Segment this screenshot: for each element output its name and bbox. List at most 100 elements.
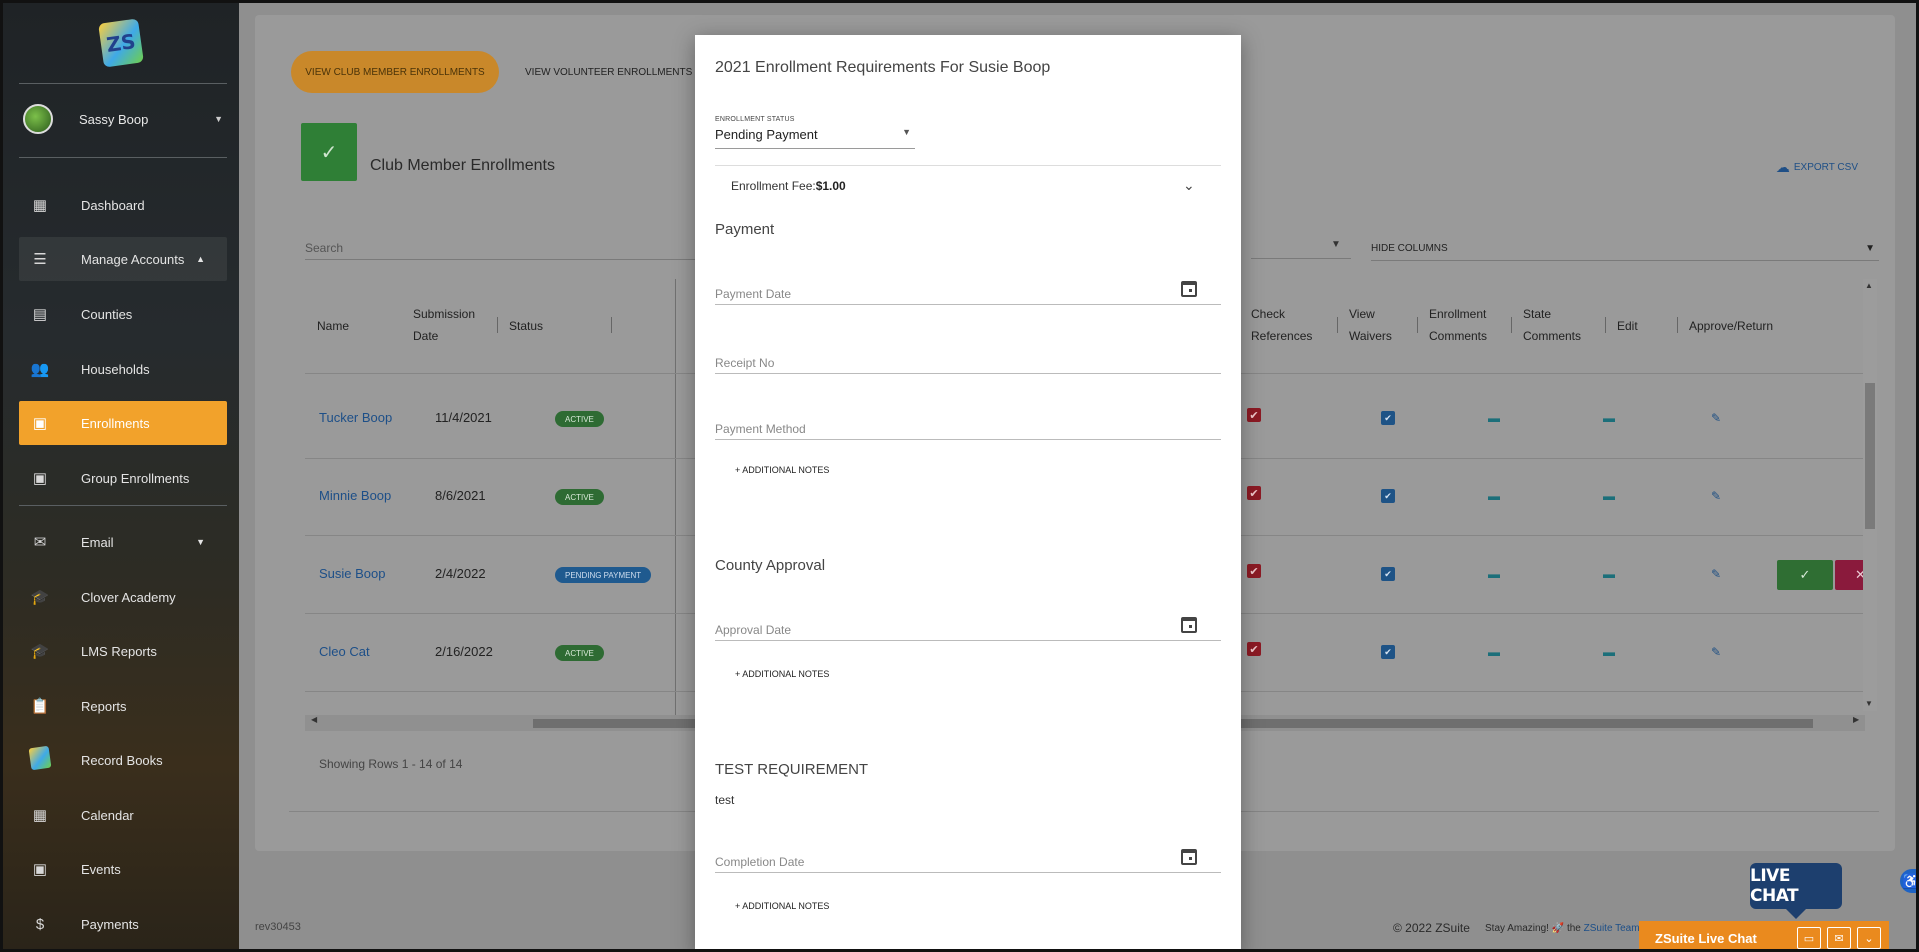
chevron-down-icon[interactable]: ⌄: [1183, 177, 1195, 194]
payment-section-title: Payment: [715, 221, 775, 238]
col-name[interactable]: Name: [317, 315, 349, 337]
check-icon: ✓: [1799, 567, 1811, 582]
enrollment-comments-icon[interactable]: ▬: [1487, 567, 1501, 581]
submission-date: 11/4/2021: [435, 410, 492, 425]
calendar-icon[interactable]: [1181, 617, 1197, 633]
mail-icon: ✉: [33, 534, 47, 551]
sidebar-item-counties[interactable]: ▤ Counties: [19, 292, 227, 336]
user-menu[interactable]: Sassy Boop ▼: [23, 103, 223, 135]
status-badge: ACTIVE: [555, 645, 604, 661]
receipt-no-field[interactable]: Receipt No: [715, 352, 1221, 374]
minimize-icon[interactable]: ⌄: [1857, 927, 1881, 949]
col-state-2[interactable]: Comments: [1523, 325, 1581, 347]
caret-up-icon: ▲: [196, 254, 205, 264]
state-comments-icon[interactable]: ▬: [1602, 567, 1616, 581]
chat-icon[interactable]: ▭: [1797, 927, 1821, 949]
calendar-icon[interactable]: [1181, 281, 1197, 297]
sidebar-item-dashboard[interactable]: ▦ Dashboard: [19, 183, 227, 227]
sidebar-item-events[interactable]: ▣ Events: [19, 847, 227, 891]
sidebar-item-email[interactable]: ✉ Email ▼: [19, 520, 227, 564]
state-comments-icon[interactable]: ▬: [1602, 411, 1616, 425]
col-check-1[interactable]: Check: [1251, 303, 1285, 325]
col-enroll-1[interactable]: Enrollment: [1429, 303, 1486, 325]
divider: [19, 157, 227, 158]
tab-club-member-enrollments[interactable]: VIEW CLUB MEMBER ENROLLMENTS: [291, 51, 499, 93]
sidebar-item-group-enrollments[interactable]: ▣ Group Enrollments: [19, 456, 227, 500]
vertical-scroll-thumb[interactable]: [1865, 383, 1875, 529]
return-button[interactable]: ✕: [1835, 560, 1863, 590]
member-name-link[interactable]: Cleo Cat: [319, 644, 370, 659]
state-comments-icon[interactable]: ▬: [1602, 489, 1616, 503]
additional-notes-button[interactable]: + ADDITIONAL NOTES: [735, 465, 829, 475]
sidebar-item-calendar[interactable]: ▦ Calendar: [19, 793, 227, 837]
sidebar-item-payments[interactable]: $ Payments: [19, 902, 227, 946]
scroll-up-icon[interactable]: ▲: [1865, 281, 1873, 290]
edit-icon[interactable]: ✎: [1709, 567, 1723, 581]
sidebar-item-clover-academy[interactable]: 🎓 Clover Academy: [19, 575, 227, 619]
enrollment-fee-panel[interactable]: Enrollment Fee:$1.00: [731, 179, 846, 193]
sidebar-item-manage-accounts[interactable]: ☰ Manage Accounts ▲: [19, 237, 227, 281]
scroll-down-icon[interactable]: ▼: [1865, 699, 1873, 708]
enrollment-status-select[interactable]: Pending Payment ▼: [715, 127, 915, 149]
accessibility-icon[interactable]: ♿: [1900, 869, 1916, 893]
completion-date-field[interactable]: Completion Date: [715, 851, 1221, 873]
calendar-icon[interactable]: [1181, 849, 1197, 865]
col-waivers-1[interactable]: View: [1349, 303, 1375, 325]
scroll-left-icon[interactable]: ◀: [311, 715, 317, 724]
additional-notes-button[interactable]: + ADDITIONAL NOTES: [735, 901, 829, 911]
view-waivers-icon[interactable]: ✔: [1381, 645, 1395, 659]
the-text: the: [1566, 923, 1581, 934]
col-state-1[interactable]: State: [1523, 303, 1551, 325]
view-waivers-icon[interactable]: ✔: [1381, 567, 1395, 581]
col-waivers-2[interactable]: Waivers: [1349, 325, 1392, 347]
col-status[interactable]: Status: [509, 315, 543, 337]
enrollment-comments-icon[interactable]: ▬: [1487, 489, 1501, 503]
payment-method-field[interactable]: Payment Method: [715, 418, 1221, 440]
enrollment-comments-icon[interactable]: ▬: [1487, 411, 1501, 425]
col-submission-1[interactable]: Submission: [413, 303, 475, 325]
member-name-link[interactable]: Tucker Boop: [319, 410, 392, 425]
page-title: Club Member Enrollments: [370, 157, 555, 174]
check-references-icon[interactable]: ✔: [1247, 564, 1261, 578]
approval-date-field[interactable]: Approval Date: [715, 619, 1221, 641]
sidebar-item-enrollments[interactable]: ▣ Enrollments: [19, 401, 227, 445]
sidebar-item-lms-reports[interactable]: 🎓 LMS Reports: [19, 629, 227, 673]
live-chat-bar[interactable]: ZSuite Live Chat ▭ ✉ ⌄: [1639, 921, 1889, 949]
sidebar-item-reports[interactable]: 📋 Reports: [19, 684, 227, 728]
view-waivers-icon[interactable]: ✔: [1381, 489, 1395, 503]
enrollment-status-value: Pending Payment: [715, 127, 818, 142]
hide-columns-select[interactable]: HIDE COLUMNS ▼: [1371, 243, 1879, 261]
col-enroll-2[interactable]: Comments: [1429, 325, 1487, 347]
check-references-icon[interactable]: ✔: [1247, 408, 1261, 422]
stay-amazing-text: Stay Amazing!: [1485, 923, 1549, 934]
col-approve-return[interactable]: Approve/Return: [1689, 315, 1773, 337]
check-references-icon[interactable]: ✔: [1247, 486, 1261, 500]
payment-date-field[interactable]: Payment Date: [715, 283, 1221, 305]
col-submission-2[interactable]: Date: [413, 325, 438, 347]
member-name-link[interactable]: Susie Boop: [319, 566, 386, 581]
copyright: © 2022 ZSuite: [1393, 921, 1470, 935]
export-csv-button[interactable]: ☁ EXPORT CSV: [1776, 159, 1858, 176]
view-waivers-icon[interactable]: ✔: [1381, 411, 1395, 425]
tab-volunteer-enrollments[interactable]: VIEW VOLUNTEER ENROLLMENTS: [525, 51, 692, 93]
member-name-link[interactable]: Minnie Boop: [319, 488, 391, 503]
check-references-icon[interactable]: ✔: [1247, 642, 1261, 656]
sidebar-item-record-books[interactable]: Record Books: [19, 738, 227, 782]
state-comments-icon[interactable]: ▬: [1602, 645, 1616, 659]
edit-icon[interactable]: ✎: [1709, 645, 1723, 659]
live-chat-bubble[interactable]: LIVE CHAT: [1750, 863, 1842, 919]
approve-button[interactable]: ✓: [1777, 560, 1833, 590]
mail-icon[interactable]: ✉: [1827, 927, 1851, 949]
scroll-right-icon[interactable]: ▶: [1853, 715, 1859, 724]
enrollment-comments-icon[interactable]: ▬: [1487, 645, 1501, 659]
zsuite-logo[interactable]: ZS: [98, 18, 144, 68]
col-edit[interactable]: Edit: [1617, 315, 1638, 337]
col-check-2[interactable]: References: [1251, 325, 1312, 347]
column-divider: [1337, 317, 1338, 333]
sidebar-item-label: LMS Reports: [81, 643, 157, 659]
edit-icon[interactable]: ✎: [1709, 489, 1723, 503]
sidebar-item-households[interactable]: 👥 Households: [19, 347, 227, 391]
edit-icon[interactable]: ✎: [1709, 411, 1723, 425]
zsuite-team-link[interactable]: ZSuite Team: [1584, 923, 1640, 934]
additional-notes-button[interactable]: + ADDITIONAL NOTES: [735, 669, 829, 679]
